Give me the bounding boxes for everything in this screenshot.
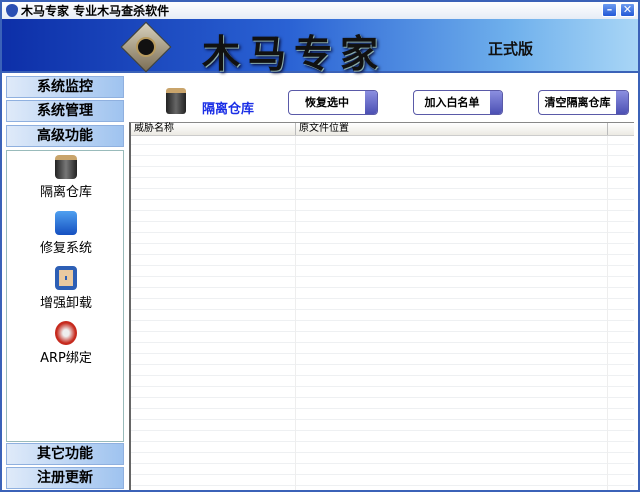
advanced-tools-panel: 隔离仓库 修复系统 增强卸载 ARP绑定 — [6, 150, 124, 442]
app-shield-icon — [6, 4, 18, 17]
restore-selected-button[interactable]: 恢复选中 — [288, 90, 378, 115]
col-extra[interactable] — [608, 123, 634, 135]
tool-quarantine[interactable]: 隔离仓库 — [7, 155, 125, 200]
tool-repair[interactable]: 修复系统 — [7, 211, 125, 256]
tool-label: ARP绑定 — [40, 351, 92, 366]
nav-other[interactable]: 其它功能 — [6, 443, 124, 465]
tool-label: 增强卸载 — [39, 296, 92, 311]
tool-uninstall[interactable]: 增强卸载 — [7, 266, 125, 311]
nav-advanced[interactable]: 高级功能 — [6, 125, 124, 147]
edition-label: 正式版 — [488, 40, 534, 58]
tool-label: 修复系统 — [39, 241, 92, 256]
quarantine-bin-icon — [55, 155, 77, 179]
add-whitelist-button[interactable]: 加入白名单 — [413, 90, 503, 115]
col-threat-name[interactable]: 威胁名称 — [131, 123, 296, 135]
table-header: 威胁名称 原文件位置 — [131, 123, 634, 136]
arp-icon — [55, 321, 77, 345]
app-window: 木马专家 专业木马查杀软件 – ✕ 木马专家 正式版 系统监控 系统管理 高级功… — [0, 0, 640, 492]
window-title: 木马专家 专业木马查杀软件 — [21, 4, 170, 18]
nav-register-update[interactable]: 注册更新 — [6, 467, 124, 489]
column-divider — [295, 136, 296, 490]
column-divider — [607, 136, 608, 490]
tool-label: 隔离仓库 — [39, 185, 92, 200]
repair-monitor-icon — [55, 211, 77, 235]
quarantine-table[interactable]: 威胁名称 原文件位置 — [129, 122, 634, 490]
quarantine-bin-icon — [166, 88, 186, 114]
col-original-location[interactable]: 原文件位置 — [296, 123, 608, 135]
nav-system-monitor[interactable]: 系统监控 — [6, 76, 124, 98]
uninstall-icon — [55, 266, 77, 290]
minimize-button[interactable]: – — [602, 3, 617, 17]
clear-quarantine-button[interactable]: 清空隔离仓库 — [538, 90, 629, 115]
logo-icon — [120, 21, 176, 73]
title-bar: 木马专家 专业木马查杀软件 – ✕ — [2, 2, 638, 19]
close-button[interactable]: ✕ — [620, 3, 635, 17]
sidebar: 系统监控 系统管理 高级功能 隔离仓库 修复系统 增强卸载 ARP绑定 其它功能… — [6, 76, 124, 490]
banner: 木马专家 正式版 — [2, 19, 638, 76]
nav-system-manage[interactable]: 系统管理 — [6, 100, 124, 122]
page-title: 隔离仓库 — [202, 102, 255, 117]
tool-arp[interactable]: ARP绑定 — [7, 321, 125, 366]
main-panel: 隔离仓库 恢复选中 加入白名单 清空隔离仓库 威胁名称 原文件位置 — [126, 76, 636, 490]
brand-title: 木马专家 — [202, 31, 387, 76]
